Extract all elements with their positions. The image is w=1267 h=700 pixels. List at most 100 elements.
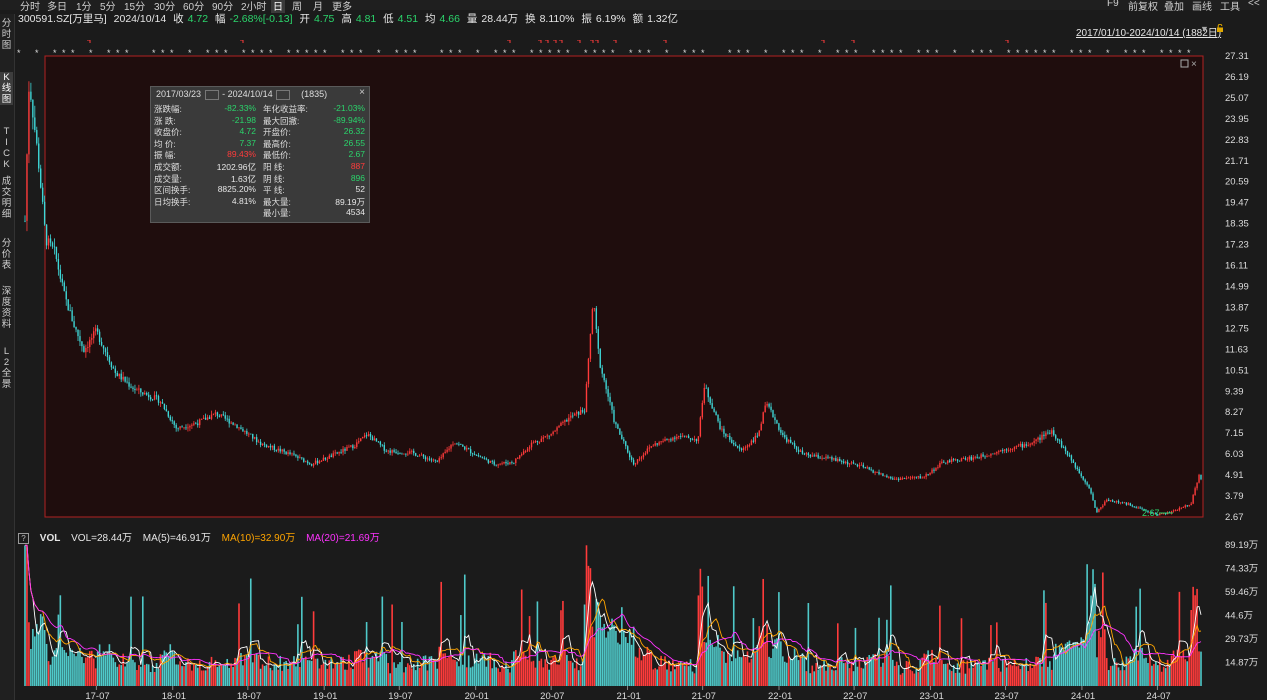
volume-bar bbox=[100, 656, 103, 686]
volume-bar bbox=[913, 673, 916, 686]
candle-body bbox=[1121, 502, 1124, 504]
candle-body bbox=[784, 435, 786, 438]
candle-body bbox=[409, 451, 411, 454]
volume-bar bbox=[403, 672, 405, 686]
volume-bar bbox=[585, 545, 588, 686]
sidebar-tab[interactable]: 分时图 bbox=[0, 18, 13, 51]
volume-bar bbox=[332, 668, 335, 686]
candle-body bbox=[206, 417, 209, 420]
x-axis-label: 24-07 bbox=[1146, 691, 1170, 700]
sidebar-tab[interactable]: 成交明细 bbox=[0, 176, 13, 220]
candle-body bbox=[552, 431, 554, 434]
candle-body bbox=[120, 373, 122, 380]
candle-body bbox=[978, 457, 980, 459]
volume-bar bbox=[407, 663, 409, 686]
volume-bar bbox=[626, 642, 629, 686]
candle-body bbox=[968, 456, 971, 460]
candle-body bbox=[128, 382, 130, 387]
vol-value: 28.44万 bbox=[481, 13, 519, 25]
candle-body bbox=[521, 454, 523, 456]
volume-bar bbox=[1043, 590, 1045, 686]
candle-body bbox=[945, 462, 947, 464]
candle-body bbox=[269, 445, 272, 448]
toolbar-button[interactable]: F9 bbox=[1107, 0, 1119, 9]
price-axis-label: 21.71 bbox=[1225, 156, 1249, 167]
sidebar-tab[interactable]: 深度资料 bbox=[0, 286, 13, 330]
candle-body bbox=[666, 439, 668, 440]
volume-bar bbox=[1066, 642, 1069, 686]
candle-body bbox=[185, 427, 187, 429]
candle-body bbox=[1117, 500, 1120, 503]
candle-body bbox=[662, 441, 664, 442]
volume-bar bbox=[807, 603, 810, 686]
toolbar-button[interactable]: 画线 bbox=[1192, 0, 1212, 13]
volume-bar bbox=[650, 652, 653, 686]
volume-bar bbox=[791, 659, 794, 686]
vol-indicator-name[interactable]: VOL bbox=[40, 533, 61, 544]
volume-bar bbox=[491, 668, 494, 686]
candle-body bbox=[57, 258, 60, 270]
candle-body bbox=[1161, 513, 1163, 515]
candle-body bbox=[664, 439, 666, 442]
candle-body bbox=[96, 328, 99, 332]
dividend-flag bbox=[590, 40, 594, 43]
candle-body bbox=[550, 433, 552, 436]
volume-bar bbox=[888, 655, 890, 686]
sidebar-tab[interactable]: L2全景 bbox=[0, 346, 13, 390]
candle-body bbox=[1129, 503, 1132, 506]
volume-bar bbox=[617, 642, 619, 686]
help-icon[interactable]: ? bbox=[18, 533, 29, 544]
volume-bar bbox=[556, 664, 558, 686]
volume-bar bbox=[32, 628, 34, 686]
candle-body bbox=[1049, 432, 1051, 434]
stepper-icon[interactable] bbox=[276, 89, 291, 100]
candle-body bbox=[809, 455, 812, 457]
stats-key: 涨跌幅: bbox=[154, 104, 182, 114]
close-icon[interactable]: × bbox=[359, 87, 365, 98]
candle-body bbox=[132, 387, 134, 389]
candle-body bbox=[685, 435, 688, 437]
candle-body bbox=[30, 91, 32, 100]
candle-body bbox=[522, 451, 525, 455]
volume-bar bbox=[831, 669, 833, 686]
candle-body bbox=[297, 456, 299, 458]
volume-bar bbox=[558, 664, 560, 686]
toolbar-button[interactable]: << bbox=[1248, 0, 1260, 9]
toolbar-button[interactable]: 叠加 bbox=[1164, 0, 1184, 13]
candle-body bbox=[835, 458, 837, 462]
sidebar-tab[interactable]: K线图 bbox=[0, 72, 13, 105]
candle-body bbox=[244, 431, 246, 432]
candle-body bbox=[564, 420, 566, 423]
lock-icon[interactable] bbox=[1216, 24, 1224, 32]
volume-bar bbox=[246, 655, 248, 686]
interval-stats-panel[interactable]: 2017/03/23 - 2024/10/14 (1835) × 涨跌幅: -82… bbox=[150, 86, 370, 223]
sidebar-tab[interactable]: TICK bbox=[0, 126, 13, 170]
volume-bar bbox=[503, 667, 505, 686]
volume-bar bbox=[972, 667, 975, 686]
candle-body bbox=[193, 423, 195, 425]
candle-body bbox=[234, 424, 236, 426]
candle-body bbox=[658, 442, 660, 445]
volume-bar bbox=[921, 657, 924, 686]
candle-body bbox=[880, 473, 882, 475]
dividend-flag bbox=[577, 40, 581, 43]
toolbar-button[interactable]: 前复权 bbox=[1128, 0, 1158, 13]
dropdown-triangle-icon[interactable]: ▼ bbox=[1200, 24, 1209, 34]
volume-bar bbox=[471, 666, 474, 686]
candle-body bbox=[579, 410, 582, 415]
volume-bar bbox=[493, 659, 496, 686]
volume-bar bbox=[310, 660, 313, 686]
candle-body bbox=[560, 422, 562, 426]
candle-body bbox=[324, 457, 327, 460]
candle-body bbox=[342, 448, 344, 453]
candle-body bbox=[479, 456, 482, 458]
volume-bar bbox=[870, 656, 872, 686]
candle-body bbox=[106, 352, 109, 358]
candle-body bbox=[434, 459, 437, 461]
volume-bar bbox=[136, 669, 138, 686]
stepper-icon[interactable] bbox=[204, 89, 219, 100]
sidebar-tab[interactable]: 分价表 bbox=[0, 238, 13, 271]
volume-bar bbox=[1027, 671, 1030, 686]
toolbar-button[interactable]: 工具 bbox=[1220, 0, 1240, 13]
volume-bar bbox=[719, 647, 721, 686]
